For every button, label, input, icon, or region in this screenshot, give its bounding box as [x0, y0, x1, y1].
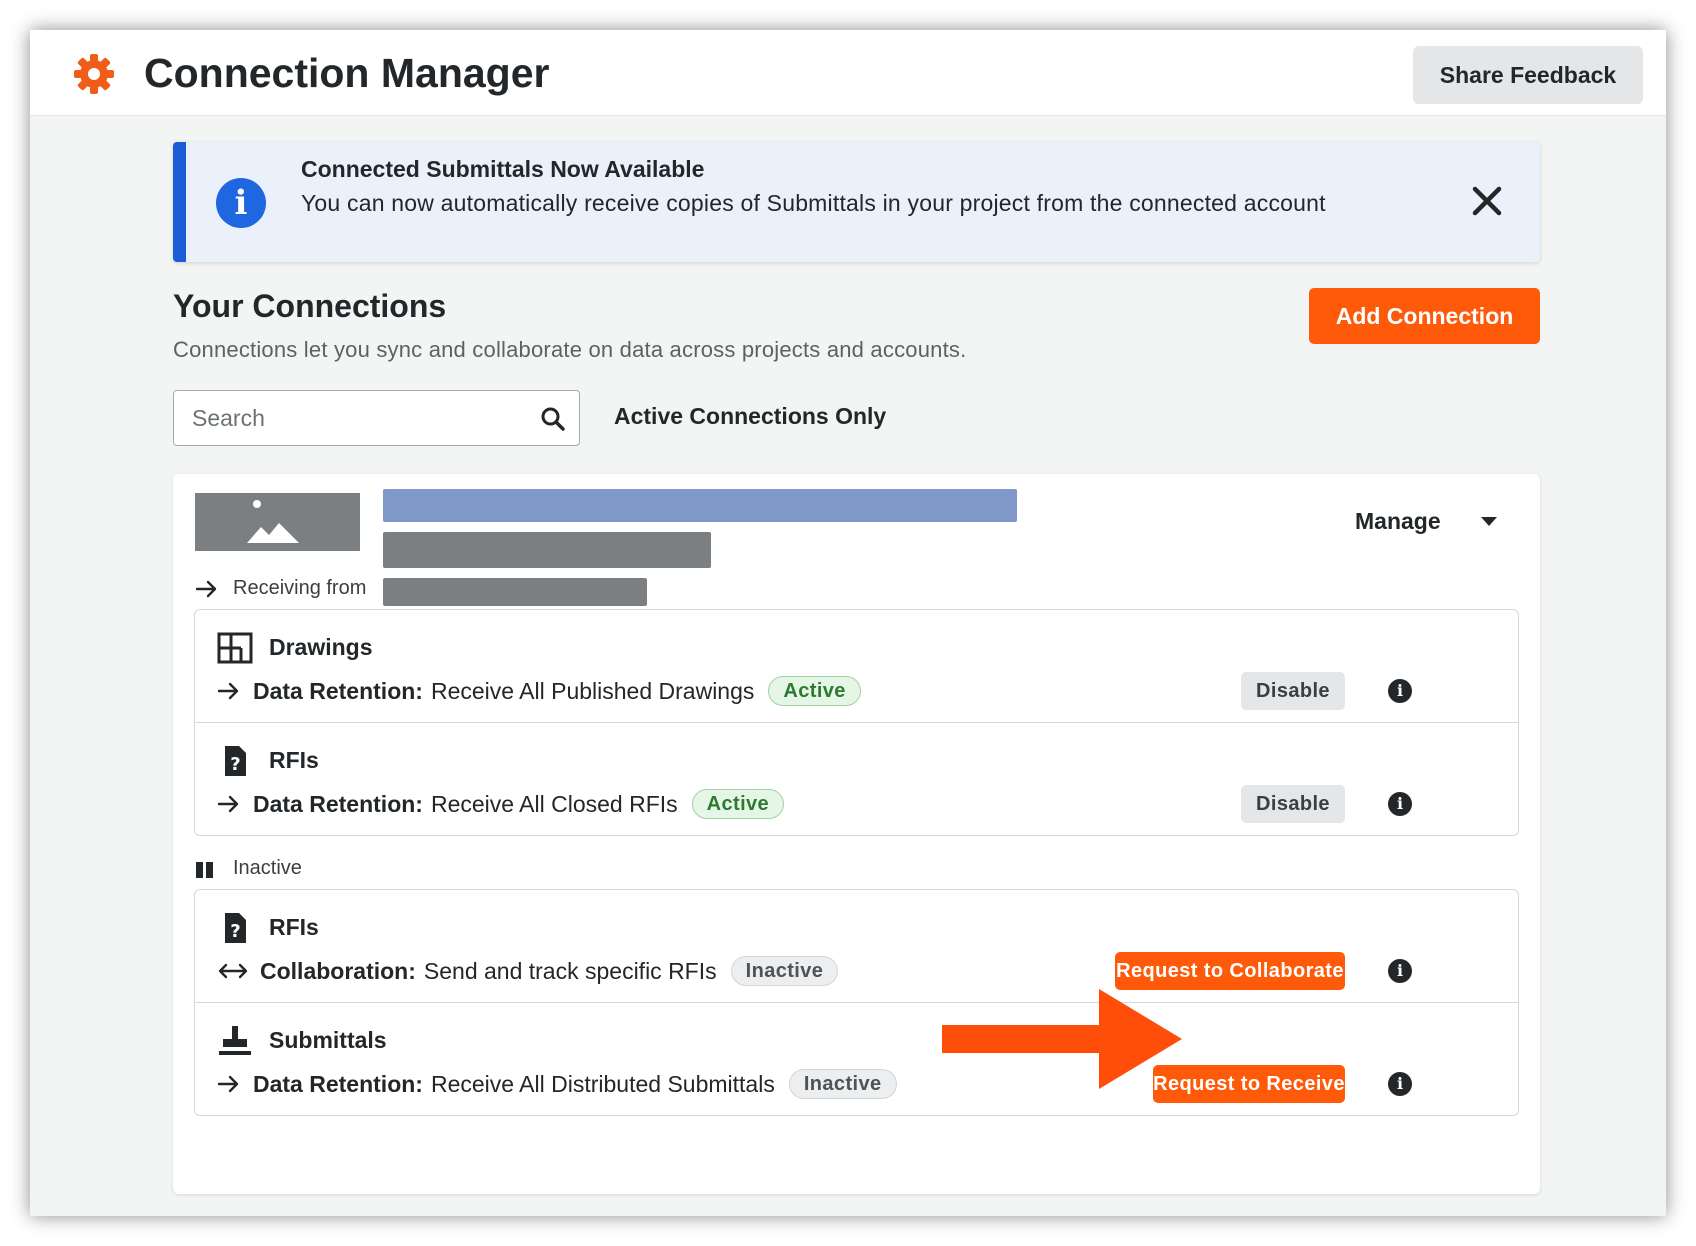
share-feedback-button[interactable]: Share Feedback — [1413, 46, 1643, 104]
svg-text:?: ? — [230, 921, 240, 942]
submittals-icon — [219, 1026, 251, 1055]
status-badge: Active — [768, 676, 861, 706]
rfi-icon: ? — [225, 913, 246, 943]
arrow-right-icon — [195, 580, 217, 598]
inactive-tools-group: ? RFIs Collaboration: Send and track spe… — [194, 889, 1519, 1116]
detail-value: Receive All Published Drawings — [430, 677, 755, 704]
tool-row-rfis-collaboration: ? RFIs Collaboration: Send and track spe… — [195, 890, 1518, 1012]
tool-detail: Data Retention: Receive All Published Dr… — [253, 676, 861, 706]
tool-name: RFIs — [269, 914, 319, 940]
status-badge: Inactive — [730, 956, 839, 986]
app-header: Connection Manager Share Feedback — [30, 30, 1666, 116]
detail-value: Receive All Distributed Submittals — [430, 1070, 775, 1097]
app-window: Connection Manager Share Feedback i Conn… — [30, 30, 1666, 1216]
disable-button[interactable]: Disable — [1241, 672, 1345, 710]
connection-card: Manage Receiving from Drawings Data Rete… — [173, 474, 1540, 1194]
arrow-left-right-icon — [218, 963, 248, 979]
close-icon[interactable] — [1464, 178, 1510, 224]
active-connections-only-toggle[interactable]: Active Connections Only — [614, 403, 886, 430]
search-field[interactable] — [173, 390, 580, 446]
pause-icon — [196, 862, 213, 878]
inactive-label: Inactive — [233, 857, 302, 879]
arrow-right-icon — [217, 795, 239, 813]
section-title: Your Connections — [173, 288, 447, 324]
drawings-icon — [217, 632, 253, 664]
info-icon: i — [216, 178, 266, 228]
section-subtitle: Connections let you sync and collaborate… — [173, 337, 967, 362]
info-icon[interactable]: i — [1388, 792, 1412, 816]
detail-key: Data Retention: — [253, 677, 423, 704]
search-icon[interactable] — [540, 406, 566, 432]
svg-text:?: ? — [230, 754, 240, 775]
info-icon[interactable]: i — [1388, 959, 1412, 983]
arrow-right-icon — [217, 682, 239, 700]
disable-button[interactable]: Disable — [1241, 785, 1345, 823]
detail-key: Data Retention: — [253, 790, 423, 817]
search-input[interactable] — [192, 403, 512, 433]
rfi-icon: ? — [225, 746, 246, 776]
detail-value: Send and track specific RFIs — [423, 957, 717, 984]
arrow-right-icon — [217, 1075, 239, 1093]
redacted-company-name — [383, 532, 711, 568]
project-thumbnail — [195, 493, 360, 551]
callout-arrow-icon — [942, 989, 1182, 1089]
tool-row-rfis: ? RFIs Data Retention: Receive All Close… — [195, 723, 1518, 845]
image-placeholder-icon — [247, 500, 299, 543]
banner-title: Connected Submittals Now Available — [301, 156, 705, 182]
tool-detail: Data Retention: Receive All Closed RFIs … — [253, 789, 785, 819]
redacted-source-project — [383, 578, 647, 606]
detail-value: Receive All Closed RFIs — [430, 790, 678, 817]
tool-detail: Data Retention: Receive All Distributed … — [253, 1069, 897, 1099]
redacted-project-name[interactable] — [383, 489, 1017, 522]
banner-text: You can now automatically receive copies… — [301, 190, 1326, 216]
detail-key: Collaboration: — [260, 957, 416, 984]
request-to-collaborate-button[interactable]: Request to Collaborate — [1115, 952, 1345, 990]
active-tools-group: Drawings Data Retention: Receive All Pub… — [194, 609, 1519, 836]
page-title: Connection Manager — [144, 50, 550, 96]
tool-row-submittals: Submittals Data Retention: Receive All D… — [195, 1003, 1518, 1125]
tool-name: Drawings — [269, 634, 373, 660]
status-badge: Active — [691, 789, 785, 819]
gear-icon — [74, 54, 114, 94]
tool-name: Submittals — [269, 1027, 387, 1053]
tool-name: RFIs — [269, 747, 319, 773]
receiving-from-label: Receiving from — [233, 577, 367, 599]
chevron-down-icon[interactable] — [1481, 517, 1497, 526]
tool-detail: Collaboration: Send and track specific R… — [260, 956, 839, 986]
manage-dropdown[interactable]: Manage — [1355, 508, 1441, 535]
add-connection-button[interactable]: Add Connection — [1309, 288, 1540, 344]
info-icon[interactable]: i — [1388, 679, 1412, 703]
tool-row-drawings: Drawings Data Retention: Receive All Pub… — [195, 610, 1518, 732]
detail-key: Data Retention: — [253, 1070, 423, 1097]
status-badge: Inactive — [788, 1069, 897, 1099]
info-banner: i Connected Submittals Now Available You… — [173, 142, 1540, 262]
info-icon[interactable]: i — [1388, 1072, 1412, 1096]
